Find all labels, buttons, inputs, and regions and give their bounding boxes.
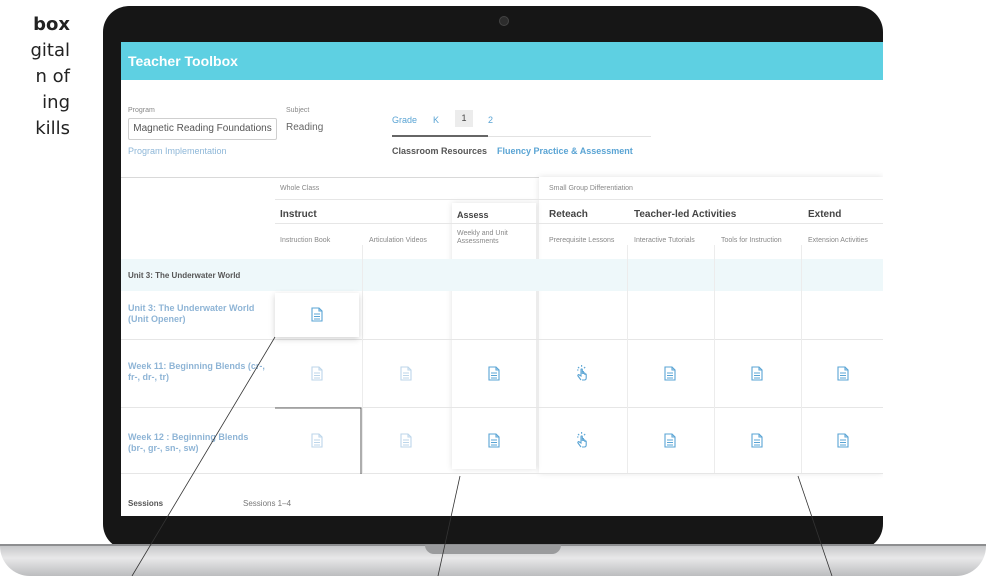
document-icon[interactable] xyxy=(664,433,676,448)
grid-line xyxy=(627,245,628,473)
document-icon[interactable] xyxy=(400,366,412,381)
resource-grid: Whole Class Small Group Differentiation … xyxy=(121,177,883,516)
document-icon[interactable] xyxy=(311,307,323,322)
col-extend: Extend xyxy=(808,209,842,220)
document-icon[interactable] xyxy=(837,433,849,448)
document-icon[interactable] xyxy=(488,366,500,381)
tap-hand-icon[interactable] xyxy=(574,431,592,449)
sub-extension-activities: Extension Activities xyxy=(808,237,868,244)
sub-instruction-book: Instruction Book xyxy=(280,237,331,244)
side-caption-line: box xyxy=(33,14,70,35)
col-reteach: Reteach xyxy=(549,209,588,220)
grid-line xyxy=(121,473,883,474)
program-implementation-link[interactable]: Program Implementation xyxy=(128,146,227,156)
col-instruct: Instruct xyxy=(280,209,317,220)
grade-label: Grade xyxy=(392,115,418,125)
group-small-group: Small Group Differentiation xyxy=(549,185,633,192)
app-title: Teacher Toolbox xyxy=(128,53,238,69)
document-icon[interactable] xyxy=(751,433,763,448)
camera-icon xyxy=(499,16,509,26)
document-icon[interactable] xyxy=(837,366,849,381)
laptop-screen: Teacher Toolbox Program Magnetic Reading… xyxy=(121,42,883,516)
grade-1-selected[interactable]: 1 xyxy=(455,110,473,127)
laptop-base-notch xyxy=(425,545,561,554)
sub-articulation-videos: Articulation Videos xyxy=(369,237,427,244)
grid-line xyxy=(714,245,715,473)
side-caption: box gital n of ing kills xyxy=(0,12,70,142)
row-week-12[interactable]: Week 12 : Beginning Blends (br-, gr-, sn… xyxy=(128,432,268,454)
side-caption-line: n of xyxy=(35,66,70,87)
sub-tools-instruction: Tools for Instruction xyxy=(721,237,782,244)
subject-value[interactable]: Reading xyxy=(286,122,323,133)
col-assess: Assess xyxy=(457,210,489,220)
document-icon[interactable] xyxy=(400,433,412,448)
document-icon[interactable] xyxy=(751,366,763,381)
active-tab-indicator xyxy=(392,135,488,137)
row-week-11[interactable]: Week 11: Beginning Blends (cr-, fr-, dr-… xyxy=(128,361,268,383)
tab-classroom-resources[interactable]: Classroom Resources xyxy=(392,146,487,156)
sessions-label: Sessions xyxy=(128,499,164,508)
col-teacher-led: Teacher-led Activities xyxy=(634,209,737,220)
sub-interactive-tutorials: Interactive Tutorials xyxy=(634,237,695,244)
side-caption-line: ing xyxy=(42,92,70,113)
app-header: Teacher Toolbox xyxy=(121,42,883,80)
side-caption-line: kills xyxy=(35,118,70,139)
grid-line xyxy=(275,223,883,224)
group-whole-class: Whole Class xyxy=(280,185,320,192)
grid-line xyxy=(121,339,883,340)
side-caption-line: gital xyxy=(30,40,70,61)
small-group-card xyxy=(539,177,883,473)
grid-line xyxy=(801,245,802,473)
grid-line xyxy=(362,245,363,473)
document-icon[interactable] xyxy=(488,433,500,448)
program-select[interactable]: Magnetic Reading Foundations xyxy=(128,118,277,140)
row-unit-opener[interactable]: Unit 3: The Underwater World (Unit Opene… xyxy=(128,303,268,325)
document-icon[interactable] xyxy=(664,366,676,381)
tap-hand-icon[interactable] xyxy=(574,364,592,382)
tab-fluency-practice[interactable]: Fluency Practice & Assessment xyxy=(497,146,633,156)
grade-k[interactable]: K xyxy=(433,115,439,125)
grid-line xyxy=(275,199,883,200)
grade-2[interactable]: 2 xyxy=(488,115,493,125)
sub-weekly-unit: Weekly and Unit Assessments xyxy=(457,230,508,245)
sub-prerequisite: Prerequisite Lessons xyxy=(549,237,615,244)
sessions-value: Sessions 1–4 xyxy=(243,499,292,508)
unit-header: Unit 3: The Underwater World xyxy=(128,271,241,280)
document-icon[interactable] xyxy=(311,366,323,381)
grid-line xyxy=(121,407,883,408)
document-icon[interactable] xyxy=(311,433,323,448)
subject-label: Subject xyxy=(286,107,310,114)
program-label: Program xyxy=(128,107,155,114)
